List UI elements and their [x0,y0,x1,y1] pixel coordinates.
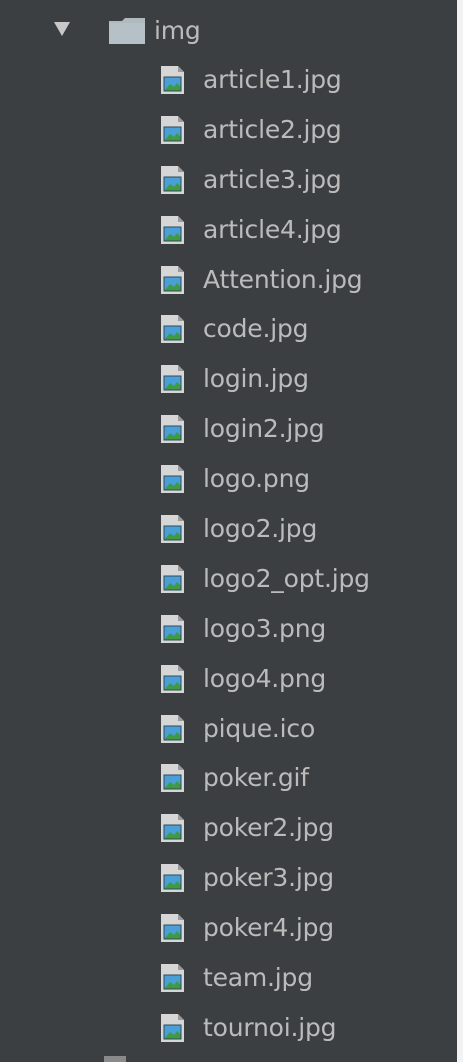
file-name: poker2.jpg [203,813,334,843]
image-file-icon [161,964,184,993]
image-file-icon [161,265,184,294]
file-item-attention-jpg[interactable]: Attention.jpg [0,258,457,308]
file-name: code.jpg [203,314,309,344]
image-file-icon [161,165,184,194]
image-file-icon [161,365,184,394]
file-item-login-jpg[interactable]: login.jpg [0,357,457,407]
file-item-logo3-png[interactable]: logo3.png [0,607,457,657]
file-name: Attention.jpg [203,264,363,294]
file-name: logo2.jpg [203,514,318,544]
file-item-logo4-png[interactable]: logo4.png [0,657,457,707]
image-file-icon [161,315,184,344]
file-name: login.jpg [203,364,309,394]
file-name: poker.gif [203,763,309,793]
file-item-article1-jpg[interactable]: article1.jpg [0,58,457,108]
image-file-icon [161,515,184,544]
image-file-icon [161,764,184,793]
file-list: article1.jpg article2.jpg article3.jpg a… [0,58,457,1056]
next-tree-row-partial [104,1056,126,1062]
file-name: login2.jpg [203,414,325,444]
file-name: article4.jpg [203,214,342,244]
image-file-icon [161,115,184,144]
file-item-login2-jpg[interactable]: login2.jpg [0,407,457,457]
file-name: article3.jpg [203,164,342,194]
file-item-team-jpg[interactable]: team.jpg [0,956,457,1006]
file-name: poker3.jpg [203,863,334,893]
image-file-icon [161,614,184,643]
image-file-icon [161,864,184,893]
image-file-icon [161,415,184,444]
file-item-pique-ico[interactable]: pique.ico [0,707,457,757]
file-name: logo4.png [203,663,327,693]
project-tree-panel: img article1.jpg article2.jpg article3.j… [0,0,457,1062]
image-file-icon [161,814,184,843]
file-name: article1.jpg [203,65,342,94]
file-name: logo2_opt.jpg [203,563,370,593]
image-file-icon [161,564,184,593]
image-file-icon [161,664,184,693]
folder-row-img[interactable]: img [0,0,457,50]
folder-name: img [154,16,201,45]
image-file-icon [161,465,184,494]
file-item-tournoi-jpg[interactable]: tournoi.jpg [0,1006,457,1056]
file-item-article4-jpg[interactable]: article4.jpg [0,208,457,258]
file-item-poker4-jpg[interactable]: poker4.jpg [0,906,457,956]
image-file-icon [161,215,184,244]
image-file-icon [161,66,184,94]
image-file-icon [161,914,184,943]
file-name: team.jpg [203,963,313,993]
folder-icon [109,18,145,44]
file-item-logo2-jpg[interactable]: logo2.jpg [0,507,457,557]
file-name: tournoi.jpg [203,1012,337,1042]
file-item-poker2-jpg[interactable]: poker2.jpg [0,806,457,856]
image-file-icon [161,714,184,743]
file-item-poker3-jpg[interactable]: poker3.jpg [0,856,457,906]
chevron-down-icon[interactable] [54,22,70,36]
file-item-logo2-opt-jpg[interactable]: logo2_opt.jpg [0,557,457,607]
file-item-poker-gif[interactable]: poker.gif [0,756,457,806]
file-name: article2.jpg [203,114,342,144]
file-name: logo.png [203,464,310,494]
file-name: poker4.jpg [203,913,334,943]
file-name: pique.ico [203,713,316,743]
file-item-logo-png[interactable]: logo.png [0,457,457,507]
image-file-icon [161,1013,184,1042]
file-item-article2-jpg[interactable]: article2.jpg [0,108,457,158]
file-name: logo3.png [203,613,327,643]
file-item-article3-jpg[interactable]: article3.jpg [0,158,457,208]
file-item-code-jpg[interactable]: code.jpg [0,307,457,357]
